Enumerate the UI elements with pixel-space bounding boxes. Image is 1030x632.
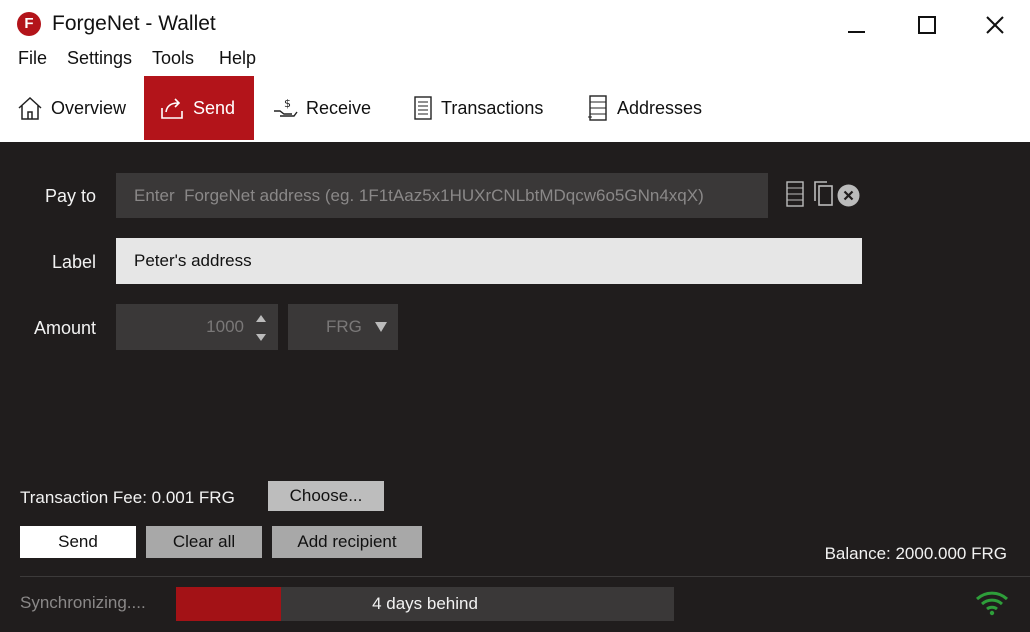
- menu-tools[interactable]: Tools: [152, 48, 194, 69]
- menu-file[interactable]: File: [18, 48, 47, 69]
- tab-send[interactable]: Send: [144, 76, 254, 140]
- tab-receive[interactable]: $ Receive: [272, 76, 371, 140]
- app-logo-icon: F: [17, 12, 41, 36]
- pay-to-label: Pay to: [44, 186, 96, 206]
- unit-select[interactable]: FRG: [288, 304, 398, 350]
- paste-icon: [814, 181, 833, 206]
- tab-transactions[interactable]: Transactions: [413, 76, 543, 140]
- amount-spinbox[interactable]: 1000: [116, 304, 278, 350]
- minimize-button[interactable]: [836, 8, 876, 42]
- close-icon: [986, 16, 1004, 34]
- menu-settings[interactable]: Settings: [67, 48, 132, 69]
- add-recipient-button[interactable]: Add recipient: [272, 526, 422, 558]
- send-icon: [159, 95, 185, 121]
- receive-icon: $: [272, 95, 298, 121]
- label-input[interactable]: [116, 238, 862, 284]
- transactions-icon: [413, 95, 433, 121]
- home-icon: [17, 95, 43, 121]
- send-button[interactable]: Send: [20, 526, 136, 558]
- sync-status: Synchronizing....: [20, 593, 146, 612]
- transaction-fee: Transaction Fee: 0.001 FRG: [20, 488, 235, 507]
- sync-progress-bar: 4 days behind: [176, 587, 674, 621]
- clear-circle-icon: [837, 184, 860, 207]
- menu-bar: File Settings Tools Help: [0, 46, 1030, 72]
- wifi-icon: [975, 591, 1009, 616]
- spin-arrows-icon[interactable]: [254, 312, 268, 344]
- unit-value: FRG: [326, 317, 362, 336]
- addresses-icon: [587, 94, 609, 122]
- label-label: Label: [51, 252, 96, 272]
- svg-text:$: $: [284, 97, 291, 110]
- tab-bar: Overview Send $ Receive Transactions Add…: [0, 76, 1030, 140]
- minimize-icon: [848, 31, 865, 33]
- clear-all-button[interactable]: Clear all: [146, 526, 262, 558]
- sync-progress-text: 4 days behind: [372, 594, 478, 613]
- address-book-icon: [786, 181, 804, 207]
- pay-to-input[interactable]: [116, 173, 768, 218]
- status-divider: [20, 576, 1030, 577]
- title-bar: F ForgeNet - Wallet: [0, 0, 1030, 46]
- address-book-button[interactable]: [784, 180, 806, 213]
- window-title: ForgeNet - Wallet: [52, 12, 216, 35]
- amount-value: 1000: [206, 317, 244, 336]
- menu-help[interactable]: Help: [219, 48, 256, 69]
- paste-button[interactable]: [811, 180, 835, 213]
- chevron-down-icon: [375, 322, 387, 332]
- clear-address-button[interactable]: [837, 184, 860, 212]
- maximize-icon: [918, 16, 936, 34]
- choose-fee-button[interactable]: Choose...: [268, 481, 384, 511]
- maximize-button[interactable]: [907, 8, 947, 42]
- tab-addresses[interactable]: Addresses: [587, 76, 702, 140]
- balance: Balance: 2000.000 FRG: [824, 544, 1007, 563]
- close-button[interactable]: [975, 8, 1015, 42]
- send-panel: Pay to Label Amount 1000 FRG Transaction…: [0, 142, 1030, 632]
- tab-overview[interactable]: Overview: [17, 76, 126, 140]
- amount-label: Amount: [33, 318, 96, 338]
